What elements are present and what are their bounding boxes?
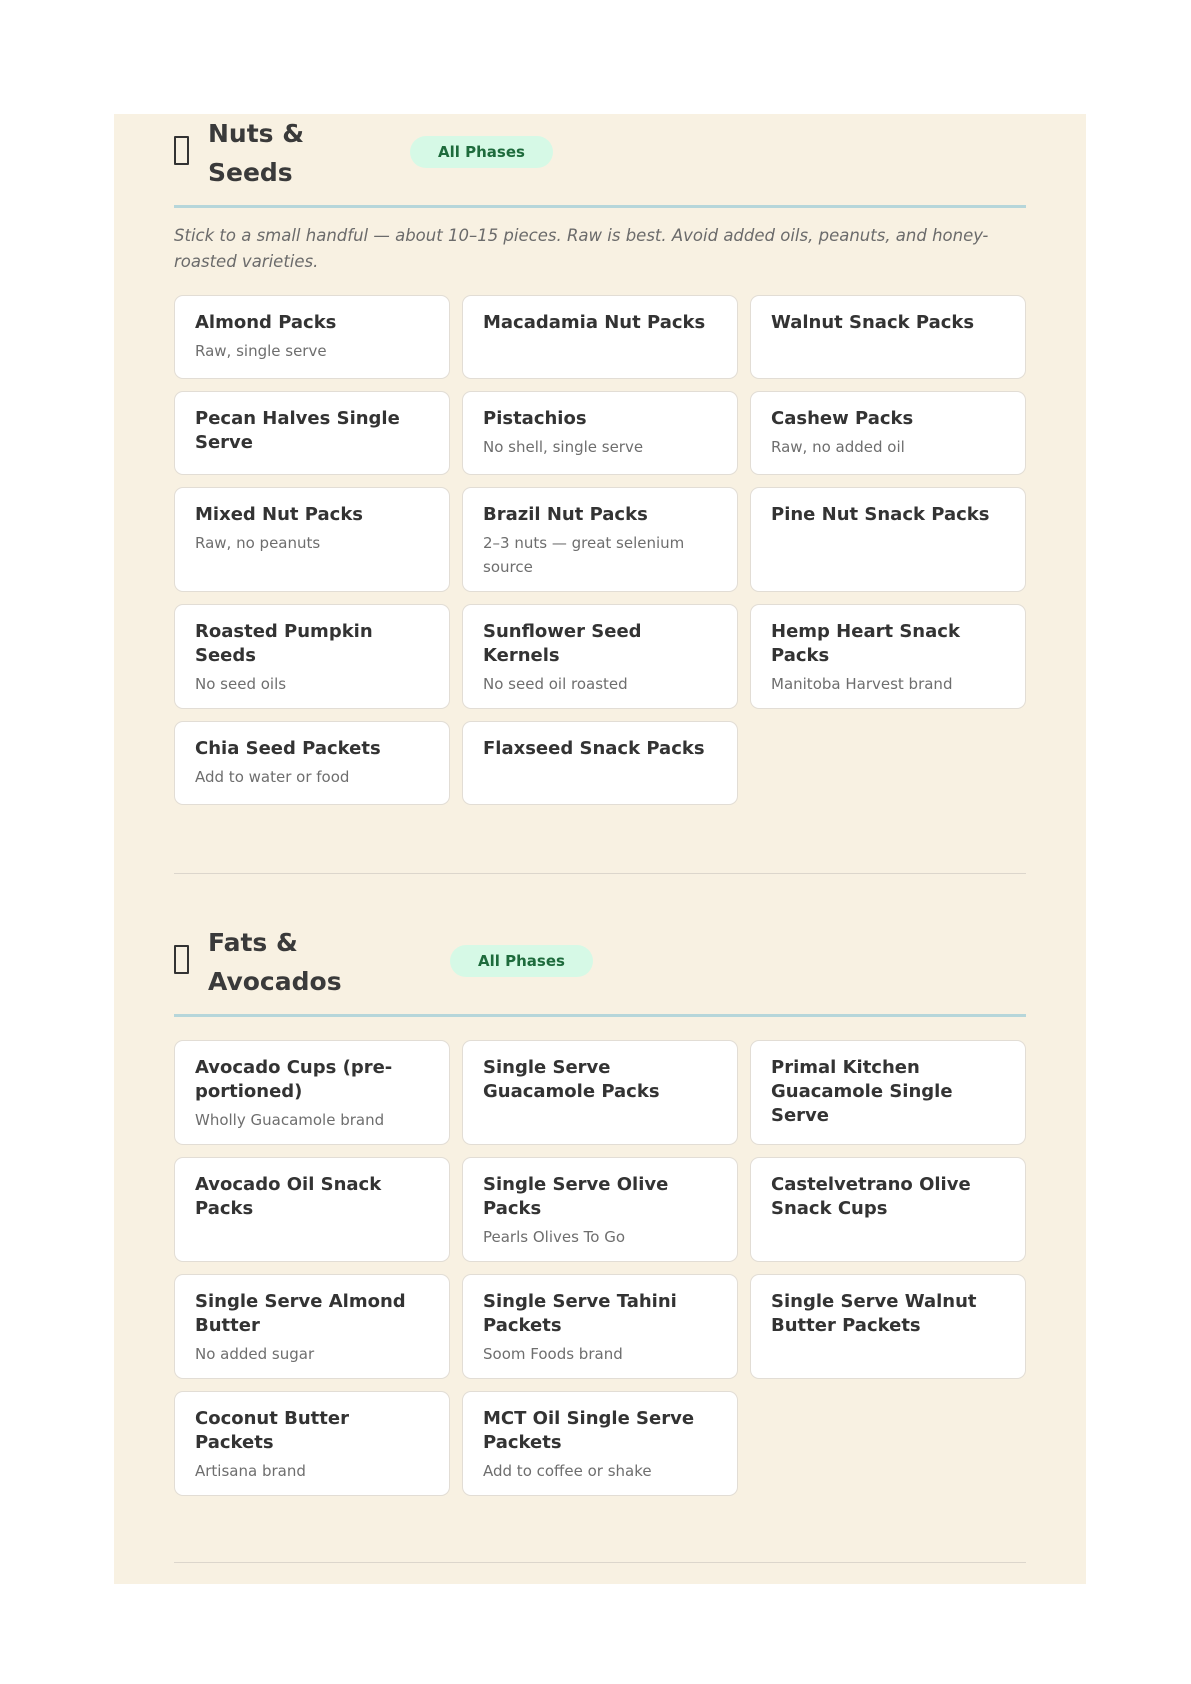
item-card: Single Serve Tahini Packets Soom Foods br… [462, 1274, 738, 1379]
item-note: No seed oils [195, 675, 287, 693]
section-rule [174, 205, 1026, 208]
item-name: Walnut Snack Packs [771, 312, 975, 333]
item-card: Brazil Nut Packs 2–3 nuts — great seleniu… [462, 487, 738, 592]
item-card: Castelvetrano Olive Snack Cups [750, 1157, 1026, 1262]
item-card: Primal Kitchen Guacamole Single Serve [750, 1040, 1026, 1145]
section-fats-avocados: Fats & Avocados All Phases Avocado Cups … [174, 923, 1026, 1496]
item-name: Coconut Butter Packets [195, 1408, 349, 1453]
phase-badge: All Phases [450, 945, 593, 977]
item-card: Single Serve Almond Butter No added sugar [174, 1274, 450, 1379]
item-name: Pecan Halves Single Serve [195, 408, 400, 453]
page-sheet: Nuts & Seeds All Phases Stick to a small… [114, 114, 1086, 1584]
item-name: Pine Nut Snack Packs [771, 504, 990, 525]
item-note: Raw, no peanuts [195, 534, 321, 552]
item-card: Cashew Packs Raw, no added oil [750, 391, 1026, 475]
section-header: Fats & Avocados All Phases [174, 923, 1026, 1017]
item-card: Single Serve Guacamole Packs [462, 1040, 738, 1145]
item-card: Roasted Pumpkin Seeds No seed oils [174, 604, 450, 709]
section-rule [174, 1014, 1026, 1017]
item-card: Almond Packs Raw, single serve [174, 295, 450, 379]
section-header: Nuts & Seeds All Phases [174, 114, 1026, 208]
item-name: Hemp Heart Snack Packs [771, 621, 960, 666]
item-card: MCT Oil Single Serve Packets Add to coffe… [462, 1391, 738, 1496]
item-card: Chia Seed Packets Add to water or food [174, 721, 450, 805]
item-name: Single Serve Guacamole Packs [483, 1057, 660, 1102]
item-note: Artisana brand [195, 1462, 306, 1480]
item-name: Pistachios [483, 408, 587, 429]
placeholder-glyph-icon [174, 945, 189, 974]
item-card: Pecan Halves Single Serve [174, 391, 450, 475]
item-note: Wholly Guacamole brand [195, 1111, 385, 1129]
item-name: Almond Packs [195, 312, 337, 333]
item-card: Sunflower Seed Kernels No seed oil roaste… [462, 604, 738, 709]
item-note: Add to water or food [195, 768, 350, 786]
item-note: No seed oil roasted [483, 675, 628, 693]
item-note: Add to coffee or shake [483, 1462, 652, 1480]
item-card: Coconut Butter Packets Artisana brand [174, 1391, 450, 1496]
item-name: Cashew Packs [771, 408, 914, 429]
item-name: Flaxseed Snack Packs [483, 738, 705, 759]
section-divider [174, 1562, 1026, 1563]
item-card: Hemp Heart Snack Packs Manitoba Harvest b… [750, 604, 1026, 709]
section-nuts-seeds: Nuts & Seeds All Phases Stick to a small… [174, 114, 1026, 805]
section-title: Nuts & Seeds [208, 119, 305, 187]
placeholder-glyph-icon [174, 136, 189, 165]
item-card: Pine Nut Snack Packs [750, 487, 1026, 592]
item-card: Avocado Cups (pre-portioned) Wholly Guaca… [174, 1040, 450, 1145]
item-note: No added sugar [195, 1345, 315, 1363]
item-card: Single Serve Walnut Butter Packets [750, 1274, 1026, 1379]
item-note: Pearls Olives To Go [483, 1228, 626, 1246]
item-name: Macadamia Nut Packs [483, 312, 706, 333]
item-name: Mixed Nut Packs [195, 504, 364, 525]
item-grid: Almond Packs Raw, single serve Macadamia N… [174, 295, 1026, 805]
item-name: Roasted Pumpkin Seeds [195, 621, 373, 666]
item-name: Primal Kitchen Guacamole Single Serve [771, 1057, 953, 1126]
item-card: Walnut Snack Packs [750, 295, 1026, 379]
item-name: Chia Seed Packets [195, 738, 381, 759]
item-name: Avocado Cups (pre-portioned) [195, 1057, 393, 1102]
item-name: Sunflower Seed Kernels [483, 621, 642, 666]
item-name: Avocado Oil Snack Packs [195, 1174, 382, 1219]
section-intro: Stick to a small handful — about 10–15 p… [174, 226, 989, 271]
item-name: Single Serve Almond Butter [195, 1291, 406, 1336]
item-grid: Avocado Cups (pre-portioned) Wholly Guaca… [174, 1040, 1026, 1496]
item-name: Castelvetrano Olive Snack Cups [771, 1174, 971, 1219]
item-card: Flaxseed Snack Packs [462, 721, 738, 805]
item-name: MCT Oil Single Serve Packets [483, 1408, 695, 1453]
phase-badge: All Phases [410, 136, 553, 168]
item-note: 2–3 nuts — great selenium source [483, 534, 685, 576]
section-title: Fats & Avocados [208, 928, 342, 996]
item-name: Single Serve Tahini Packets [483, 1291, 677, 1336]
item-card: Macadamia Nut Packs [462, 295, 738, 379]
item-name: Single Serve Walnut Butter Packets [771, 1291, 977, 1336]
item-note: No shell, single serve [483, 438, 644, 456]
item-note: Manitoba Harvest brand [771, 675, 953, 693]
item-name: Brazil Nut Packs [483, 504, 648, 525]
item-card: Single Serve Olive Packs Pearls Olives To… [462, 1157, 738, 1262]
item-note: Raw, single serve [195, 342, 327, 360]
item-note: Raw, no added oil [771, 438, 905, 456]
item-name: Single Serve Olive Packs [483, 1174, 669, 1219]
item-card: Avocado Oil Snack Packs [174, 1157, 450, 1262]
item-card: Mixed Nut Packs Raw, no peanuts [174, 487, 450, 592]
item-card: Pistachios No shell, single serve [462, 391, 738, 475]
section-divider [174, 873, 1026, 874]
item-note: Soom Foods brand [483, 1345, 623, 1363]
